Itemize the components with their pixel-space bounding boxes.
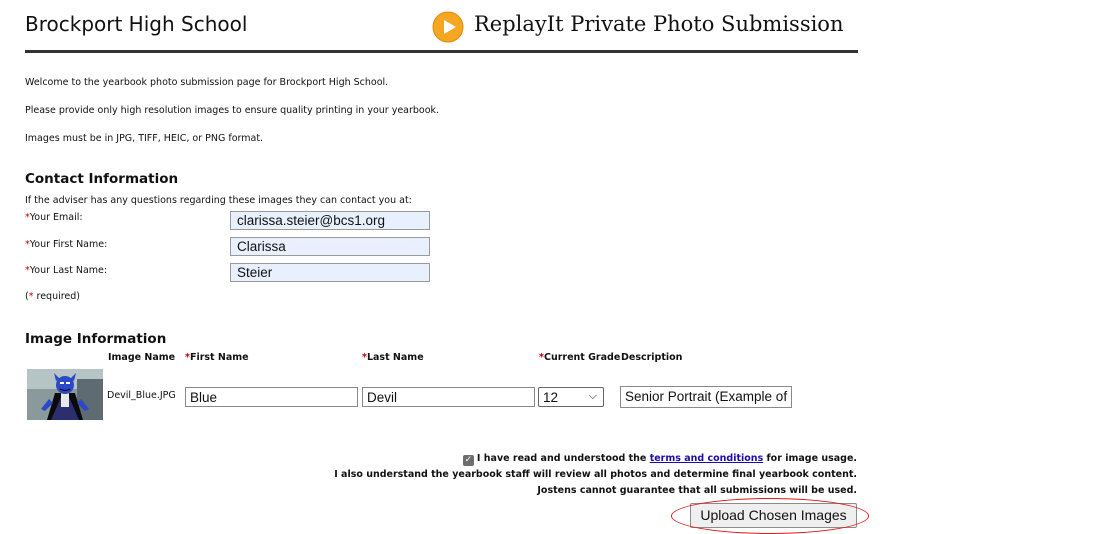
image-first-name-input[interactable]: Blue [185, 387, 358, 407]
agreement-line-2: I also understand the yearbook staff wil… [334, 469, 857, 480]
image-last-name-input[interactable]: Devil [362, 387, 535, 407]
first-name-label: *Your First Name: [25, 239, 108, 250]
email-label: *Your Email: [25, 212, 83, 223]
agree-checkbox[interactable]: ✓ [462, 455, 474, 466]
replay-play-icon [432, 11, 464, 43]
col-last-name: *Last Name [362, 352, 424, 363]
col-current-grade: *Current Grade [539, 352, 621, 363]
intro-welcome: Welcome to the yearbook photo submission… [25, 77, 389, 88]
first-name-label-text: Your First Name: [29, 239, 108, 250]
col-current-grade-text: Current Grade [543, 352, 621, 363]
description-input[interactable]: Senior Portrait (Example of [620, 386, 792, 408]
col-image-name: Image Name [108, 352, 176, 363]
agreement-line-1: ✓ I have read and understood the terms an… [462, 453, 857, 466]
chevron-down-icon: ⌵ [588, 390, 597, 402]
contact-heading: Contact Information [25, 171, 179, 187]
agreement-text-before: I have read and understood the [476, 453, 647, 464]
col-first-name-text: First Name [189, 352, 249, 363]
col-description: Description [621, 352, 683, 363]
image-info-heading: Image Information [25, 331, 167, 347]
contact-subtext: If the adviser has any questions regardi… [25, 195, 412, 206]
agreement-line-3: Jostens cannot guarantee that all submis… [537, 485, 857, 496]
blue-devil-thumbnail [27, 369, 103, 420]
image-file-name: Devil_Blue.JPG [107, 390, 176, 401]
grade-select[interactable]: 12 ⌵ [538, 387, 604, 407]
intro-resolution-note: Please provide only high resolution imag… [25, 105, 440, 116]
required-note-text: required) [36, 291, 81, 302]
last-name-field[interactable]: Steier [230, 263, 430, 282]
annotation-circle [671, 498, 869, 534]
email-field[interactable]: clarissa.steier@bcs1.org [230, 211, 430, 230]
email-label-text: Your Email: [29, 212, 83, 223]
terms-link[interactable]: terms and conditions [650, 453, 764, 464]
grade-select-value: 12 [543, 390, 559, 405]
header-divider [25, 50, 858, 53]
last-name-label-text: Your Last Name: [29, 265, 108, 276]
agreement-text-after: for image usage. [766, 453, 857, 464]
site-title: ReplayIt Private Photo Submission [474, 12, 844, 36]
school-name: Brockport High School [25, 12, 248, 36]
last-name-label: *Your Last Name: [25, 265, 108, 276]
required-note: (* required) [25, 291, 81, 302]
intro-format-note: Images must be in JPG, TIFF, HEIC, or PN… [25, 133, 264, 144]
col-last-name-text: Last Name [366, 352, 424, 363]
first-name-field[interactable]: Clarissa [230, 237, 430, 256]
col-first-name: *First Name [185, 352, 249, 363]
